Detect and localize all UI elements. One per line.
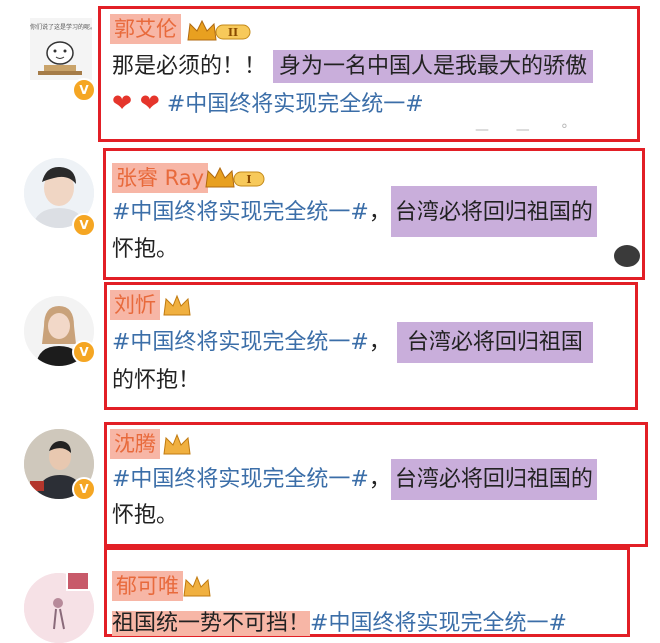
avatar[interactable]: 你们说了这是学习的呢。 bbox=[30, 18, 92, 80]
heart-icon: ❤ ❤ bbox=[112, 89, 160, 117]
comment-line-1: #中国终将实现完全统一#， 台湾必将回归祖国的 bbox=[112, 186, 597, 237]
comment-post-4: V 沈腾 #中国终将实现完全统一#， 台湾必将回归祖国的 怀抱。 bbox=[0, 419, 660, 549]
image-badge-icon bbox=[66, 571, 90, 591]
emoji-avatar-icon bbox=[614, 245, 640, 267]
verified-badge-icon: V bbox=[72, 78, 96, 102]
hashtag-link[interactable]: #中国终将实现完全统一# bbox=[310, 611, 567, 636]
vip-crown-icon bbox=[163, 433, 191, 455]
username[interactable]: 沈腾 bbox=[110, 429, 160, 459]
comment-line-2: 怀抱。 bbox=[112, 503, 179, 528]
comment-line-2: ❤ ❤ #中国终将实现完全统一# bbox=[112, 86, 424, 122]
hashtag-link[interactable]: #中国终将实现完全统一# bbox=[112, 467, 369, 492]
vip-level: II bbox=[228, 26, 238, 39]
action-icons-faint: — — ° bbox=[475, 122, 568, 138]
verified-badge-icon: V bbox=[72, 213, 96, 237]
avatar-caption: 你们说了这是学习的呢。 bbox=[30, 24, 92, 31]
vip-crown-icon: II bbox=[187, 19, 251, 41]
comment-post-1: 你们说了这是学习的呢。 V 郭艾伦 II 那是必须的！！ 身为一名中国人是我最大… bbox=[0, 0, 660, 150]
comment-line-1: 那是必须的！！ 身为一名中国人是我最大的骄傲 bbox=[112, 50, 594, 84]
username[interactable]: 刘忻 bbox=[110, 290, 160, 320]
vip-crown-icon bbox=[163, 294, 191, 316]
hashtag-link[interactable]: #中国终将实现完全统一# bbox=[167, 92, 424, 117]
comment-post-2: V 张睿 Ray I #中国终将实现完全统一#， 台湾必将回归祖国的 怀抱。 bbox=[0, 145, 660, 285]
vip-level: I bbox=[246, 173, 251, 186]
comment-line-2: 怀抱。 bbox=[112, 237, 179, 262]
hashtag-link[interactable]: #中国终将实现完全统一# bbox=[112, 200, 369, 225]
vip-crown-icon bbox=[183, 575, 211, 597]
username[interactable]: 郭艾伦 bbox=[110, 14, 181, 44]
verified-badge-icon: V bbox=[72, 340, 96, 364]
comment-post-3: V 刘忻 #中国终将实现完全统一#， 台湾必将回归祖国 的怀抱！ bbox=[0, 282, 660, 417]
username[interactable]: 郁可唯 bbox=[112, 571, 183, 601]
cartoon-icon bbox=[38, 41, 82, 75]
comment-line-1: #中国终将实现完全统一#， 台湾必将回归祖国的 bbox=[112, 459, 597, 500]
comment-post-5: 郁可唯 祖国统一势不可挡！#中国终将实现完全统一# bbox=[0, 545, 660, 643]
comment-line-1: #中国终将实现完全统一#， 台湾必将回归祖国 bbox=[112, 322, 593, 363]
comment-line-2: 的怀抱！ bbox=[112, 368, 201, 393]
comment-line-1: 祖国统一势不可挡！#中国终将实现完全统一# bbox=[112, 611, 567, 636]
vip-crown-icon: I bbox=[205, 166, 265, 188]
verified-badge-icon: V bbox=[72, 477, 96, 501]
hashtag-link[interactable]: #中国终将实现完全统一# bbox=[112, 330, 369, 355]
username[interactable]: 张睿 Ray bbox=[112, 163, 209, 193]
